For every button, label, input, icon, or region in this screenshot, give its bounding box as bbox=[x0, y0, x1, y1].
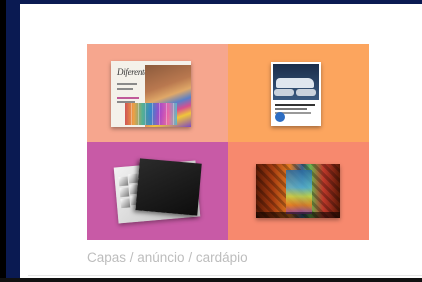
window-frame-left bbox=[0, 0, 6, 282]
cube-icon bbox=[128, 173, 139, 184]
cube-icon bbox=[118, 176, 129, 187]
gallery-tile-menu[interactable] bbox=[228, 142, 369, 240]
cover-text-line bbox=[117, 97, 139, 99]
ad-text-line bbox=[275, 108, 307, 110]
window-frame-bottom bbox=[0, 278, 422, 282]
cover-text-line bbox=[117, 83, 137, 85]
magazine-cover-image: Diferente bbox=[111, 61, 191, 127]
cover-text-line bbox=[117, 88, 133, 90]
gallery-tile-covers[interactable]: Diferente bbox=[87, 44, 228, 142]
box-lid bbox=[135, 158, 202, 216]
cube-icon bbox=[120, 198, 131, 209]
car-icon bbox=[274, 89, 294, 96]
packaging-box-image bbox=[113, 158, 202, 224]
ad-text-line bbox=[275, 104, 315, 106]
cube-icon bbox=[119, 187, 130, 198]
menu-artwork bbox=[286, 170, 312, 214]
viewport: Diferente Capas / anúncio / cardápio bbox=[0, 0, 422, 282]
gallery-tile-ad[interactable] bbox=[228, 44, 369, 142]
car-icon bbox=[296, 89, 316, 96]
divider bbox=[28, 275, 422, 276]
menu-footer-bar bbox=[256, 212, 340, 218]
brand-logo-icon bbox=[275, 112, 285, 122]
cover-mosaic bbox=[125, 103, 177, 125]
gallery-tile-packaging[interactable] bbox=[87, 142, 228, 240]
gallery-caption: Capas / anúncio / cardápio bbox=[87, 250, 248, 265]
car-icon bbox=[276, 78, 314, 88]
menu-image bbox=[256, 164, 340, 218]
car-ad-image bbox=[271, 62, 321, 126]
cover-masthead: Diferente bbox=[117, 67, 148, 77]
